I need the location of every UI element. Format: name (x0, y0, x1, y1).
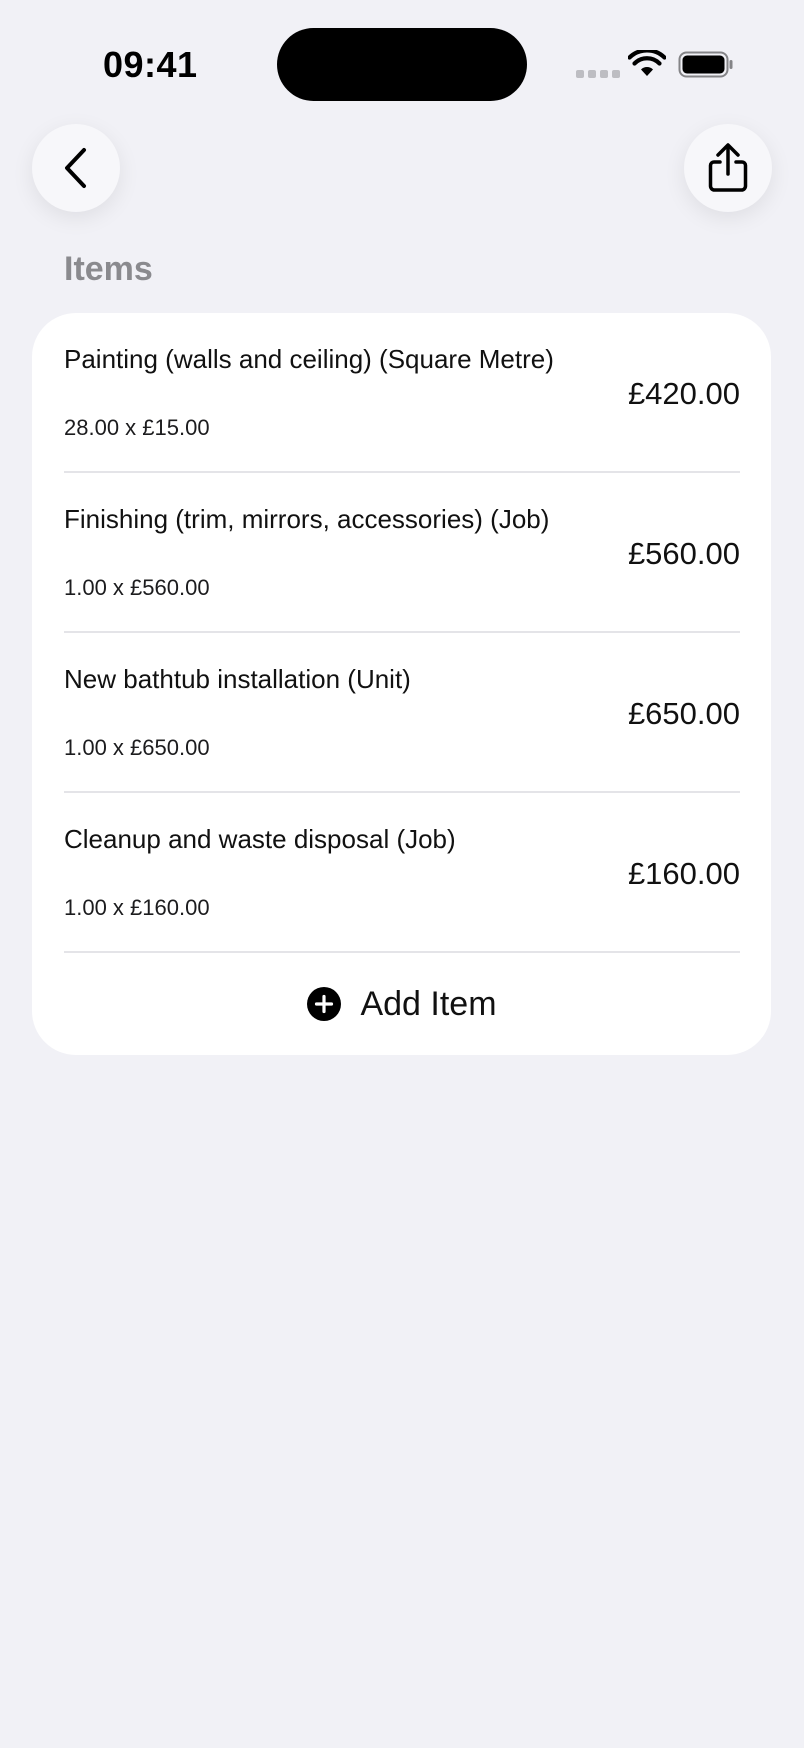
plus-circle-icon (307, 987, 342, 1021)
back-button[interactable] (32, 124, 120, 212)
share-icon (708, 143, 748, 192)
item-row[interactable]: Cleanup and waste disposal (Job) 1.00 x … (64, 793, 740, 953)
item-row[interactable]: Painting (walls and ceiling) (Square Met… (64, 313, 740, 473)
item-title: New bathtub installation (Unit) (64, 664, 411, 694)
add-item-label: Add Item (360, 984, 497, 1023)
item-amount: £160.00 (627, 856, 740, 891)
battery-icon (678, 51, 733, 78)
items-card: Painting (walls and ceiling) (Square Met… (32, 313, 771, 1055)
item-amount: £560.00 (627, 536, 740, 571)
item-amount: £650.00 (627, 696, 740, 731)
wifi-icon (628, 50, 666, 76)
share-button[interactable] (684, 124, 772, 212)
item-detail: 1.00 x £160.00 (64, 895, 210, 920)
section-title: Items (64, 250, 153, 288)
item-detail: 28.00 x £15.00 (64, 415, 210, 440)
chevron-left-icon (65, 148, 86, 188)
home-area (0, 1688, 804, 1748)
item-title: Painting (walls and ceiling) (Square Met… (64, 344, 554, 374)
status-bar: 09:41 (0, 0, 804, 120)
item-amount: £420.00 (627, 376, 740, 411)
status-time: 09:41 (103, 44, 198, 85)
item-detail: 1.00 x £560.00 (64, 575, 210, 600)
add-item-button[interactable]: Add Item (32, 953, 771, 1055)
item-title: Cleanup and waste disposal (Job) (64, 824, 456, 854)
signal-icon (576, 70, 620, 78)
dynamic-island (277, 28, 527, 101)
item-row[interactable]: New bathtub installation (Unit) 1.00 x £… (64, 633, 740, 793)
item-detail: 1.00 x £650.00 (64, 735, 210, 760)
item-row[interactable]: Finishing (trim, mirrors, accessories) (… (64, 473, 740, 633)
item-title: Finishing (trim, mirrors, accessories) (… (64, 504, 550, 534)
